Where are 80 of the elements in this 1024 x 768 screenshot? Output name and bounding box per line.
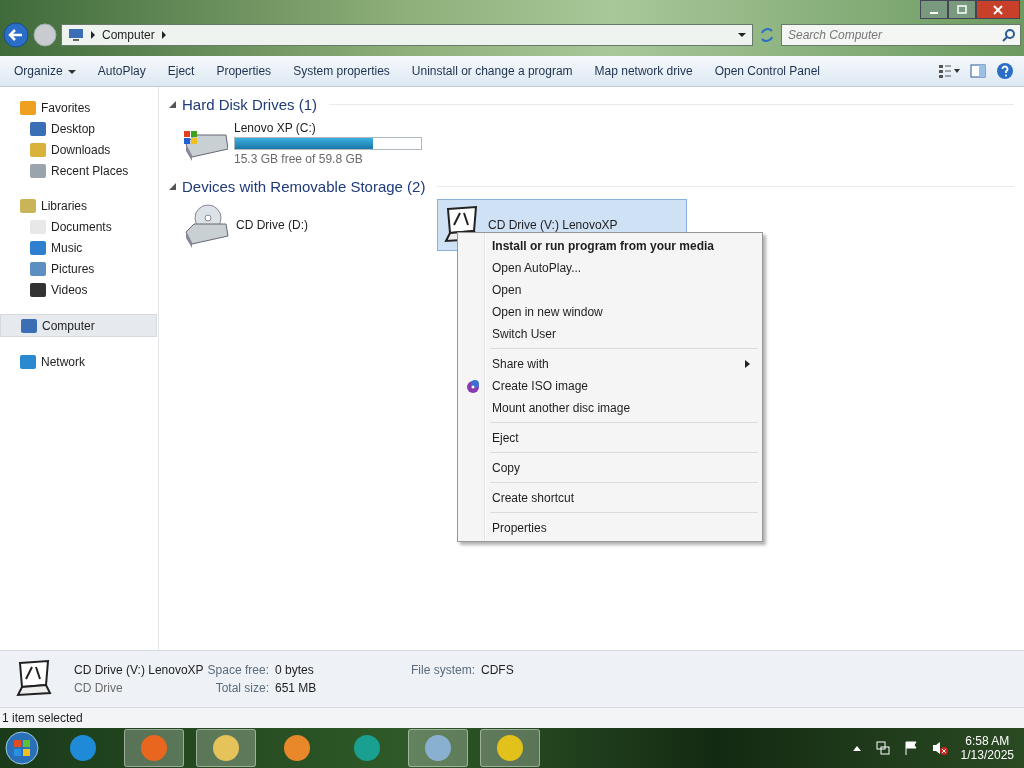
app-icon [70,735,96,761]
app-icon [425,735,451,761]
toolbar-button[interactable]: Eject [161,60,201,82]
restore-icon [956,4,968,15]
app-icon [141,735,167,761]
close-icon [992,4,1004,15]
drive-item[interactable]: CD Drive (D:) [177,199,427,251]
start-button[interactable] [2,729,42,767]
app-icon [213,735,239,761]
sidebar-item[interactable]: Favorites [0,97,158,118]
sidebar-item[interactable]: Computer [0,314,157,337]
app-icon [497,735,523,761]
toolbar-button[interactable]: Open Control Panel [708,60,827,82]
chevron-icon[interactable] [90,31,96,39]
menu-item[interactable]: Switch User [460,323,760,345]
network-icon[interactable] [874,740,891,756]
property-value: 651 MB [275,681,318,695]
preview-pane-icon[interactable] [970,63,986,79]
toolbar-button[interactable]: System properties [287,60,396,82]
drive-name: Lenovo XP (C:) [234,120,317,135]
collapse-icon[interactable] [169,100,176,108]
menu-item[interactable]: Mount another disc image [460,397,760,419]
clock[interactable]: 6:58 AM 1/13/2025 [960,734,1014,762]
minimize-icon [930,11,938,14]
property-value: 0 bytes [275,663,315,677]
forward-button[interactable] [33,23,57,47]
computer-icon [68,28,84,42]
submenu-arrow-icon [745,360,750,368]
sidebar-item[interactable]: Downloads [0,139,158,160]
search-icon[interactable] [1002,28,1016,42]
menu-item[interactable]: Create ISO image [460,375,760,397]
disc-image-icon [465,378,481,394]
address-bar[interactable]: Computer [61,24,753,46]
caret-icon [67,68,76,75]
toolbar-button[interactable]: AutoPlay [91,60,152,82]
app-icon [284,735,310,761]
sidebar-item[interactable]: Videos [0,279,158,300]
minimize-button[interactable] [920,0,948,19]
restore-button[interactable] [948,0,976,19]
menu-item[interactable]: Open in new window [460,301,760,323]
group-heading: Hard Disk Drives (1) [182,95,317,113]
property-label: Space free: [207,663,269,677]
back-button[interactable] [3,22,29,48]
toolbar-button[interactable]: Organize [8,60,82,82]
drive-name: CD Drive (V:) LenovoXP [488,218,619,232]
property-label: Total size: [214,681,269,695]
menu-item[interactable]: Open AutoPlay... [460,257,760,279]
sidebar-item[interactable]: Pictures [0,258,158,279]
sidebar-item[interactable]: Desktop [0,118,158,139]
breadcrumb-item[interactable]: Computer [102,28,155,42]
menu-item[interactable]: Open [460,279,760,301]
status-text: 1 item selected [2,711,83,725]
app-icon [354,735,380,761]
sidebar-item[interactable]: Network [0,351,158,372]
property-label: File system: [411,663,475,677]
sidebar-item[interactable]: Recent Places [0,160,158,181]
toolbar-button[interactable]: Map network drive [588,60,699,82]
sidebar-item[interactable]: Music [0,237,158,258]
taskbar-button[interactable] [480,729,540,767]
flag-icon[interactable] [902,740,919,756]
chevron-icon[interactable] [160,31,167,39]
drive-item[interactable]: Lenovo XP (C:) 15.3 GB free of 59.8 GB [177,117,427,169]
dropdown-icon[interactable] [738,32,746,38]
free-space-text: 15.3 GB free of 59.8 GB [234,151,364,166]
taskbar-button[interactable] [196,729,256,767]
sidebar-item[interactable]: Libraries [0,195,158,216]
view-options-icon[interactable] [938,63,960,79]
toolbar-button[interactable]: Properties [210,60,278,82]
group-heading: Devices with Removable Storage (2) [182,177,426,195]
help-icon[interactable] [996,62,1014,80]
toolbar-button[interactable]: Uninstall or change a program [405,60,579,82]
search-field[interactable]: Search Computer [781,24,1021,46]
property-value: CDFS [481,663,514,677]
sidebar-item[interactable]: Documents [0,216,158,237]
item-name: CD Drive (V:) LenovoXP [74,663,204,677]
collapse-icon[interactable] [169,182,176,190]
item-type: CD Drive [74,681,124,695]
drive-name: CD Drive (D:) [236,218,309,232]
close-button[interactable] [976,0,1020,19]
muted-speaker-icon[interactable] [930,740,949,756]
